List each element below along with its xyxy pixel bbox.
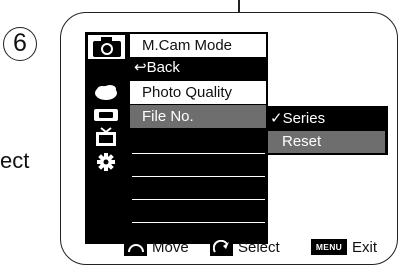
- menu-title: M.Cam Mode: [130, 34, 266, 57]
- pointer-line: [238, 0, 240, 12]
- submenu-option-reset[interactable]: Reset: [268, 131, 385, 153]
- tape-icon[interactable]: [89, 104, 123, 125]
- submenu-option-series[interactable]: ✓Series: [268, 107, 388, 130]
- menu-tab-column: [85, 32, 128, 244]
- empty-menu-slot: [132, 176, 265, 178]
- empty-menu-slot: [132, 222, 265, 224]
- move-hint: Move: [124, 236, 189, 258]
- menu-item-file-no[interactable]: File No.: [130, 105, 266, 128]
- select-hint: Select: [210, 236, 280, 258]
- empty-menu-slot: [132, 153, 265, 155]
- dial-arc-icon: [124, 238, 147, 256]
- dial-press-icon: [210, 238, 233, 256]
- shade-icon[interactable]: [89, 81, 123, 102]
- settings-gear-icon[interactable]: [89, 151, 123, 172]
- move-hint-label: Move: [152, 238, 189, 256]
- camera-icon[interactable]: [86, 33, 127, 61]
- back-menu-item[interactable]: ↩Back: [130, 57, 266, 79]
- menu-key-badge: MENU: [311, 239, 347, 255]
- tv-icon[interactable]: [89, 126, 123, 147]
- menu-item-photo-quality[interactable]: Photo Quality: [130, 81, 266, 104]
- exit-hint: MENU Exit: [311, 236, 377, 258]
- exit-hint-label: Exit: [352, 238, 378, 256]
- select-hint-label: Select: [238, 238, 280, 256]
- cut-off-caption: ect: [0, 148, 30, 173]
- step-number-badge: 6: [3, 27, 37, 61]
- empty-menu-slot: [132, 199, 265, 201]
